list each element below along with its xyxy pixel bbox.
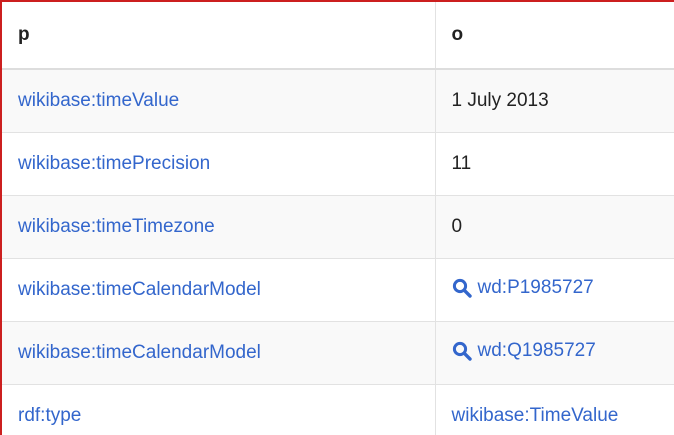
predicate-link[interactable]: wikibase:timeCalendarModel bbox=[18, 342, 261, 363]
table-row: wikibase:timeCalendarModel wd:Q1985727 bbox=[2, 321, 674, 385]
results-panel: p o wikibase:timeValue 1 July 2013 wikib… bbox=[0, 0, 674, 435]
predicate-link[interactable]: wikibase:timeCalendarModel bbox=[18, 279, 261, 300]
search-icon[interactable] bbox=[452, 341, 472, 361]
predicate-cell: wikibase:timePrecision bbox=[2, 132, 436, 196]
object-cell: wikibase:TimeValue bbox=[435, 384, 674, 435]
query-results-table: p o wikibase:timeValue 1 July 2013 wikib… bbox=[2, 2, 674, 435]
object-cell: wd:P1985727 bbox=[435, 258, 674, 322]
search-icon[interactable] bbox=[452, 278, 472, 298]
object-cell: 11 bbox=[435, 132, 674, 196]
object-cell: 1 July 2013 bbox=[435, 68, 674, 133]
column-header-p[interactable]: p bbox=[2, 2, 436, 70]
table-row: wikibase:timeCalendarModel wd:P1985727 bbox=[2, 258, 674, 322]
predicate-link[interactable]: wikibase:timeTimezone bbox=[18, 216, 215, 237]
predicate-cell: wikibase:timeValue bbox=[2, 68, 436, 133]
object-cell: wd:Q1985727 bbox=[435, 321, 674, 385]
object-entity-link[interactable]: wd:Q1985727 bbox=[478, 340, 596, 362]
table-row: rdf:type wikibase:TimeValue bbox=[2, 384, 674, 435]
object-value: 11 bbox=[451, 153, 472, 174]
column-header-o[interactable]: o bbox=[435, 2, 674, 70]
table-row: wikibase:timePrecision 11 bbox=[2, 132, 674, 196]
object-cell: 0 bbox=[435, 195, 674, 259]
object-value: 0 bbox=[451, 216, 463, 237]
object-value: 1 July 2013 bbox=[451, 90, 549, 111]
predicate-link[interactable]: wikibase:timePrecision bbox=[18, 153, 210, 174]
predicate-cell: wikibase:timeTimezone bbox=[2, 195, 436, 259]
object-entity-link[interactable]: wd:P1985727 bbox=[478, 277, 594, 299]
predicate-link[interactable]: wikibase:timeValue bbox=[18, 90, 179, 111]
predicate-cell: rdf:type bbox=[2, 384, 436, 435]
table-row: wikibase:timeValue 1 July 2013 bbox=[2, 68, 674, 133]
predicate-link[interactable]: rdf:type bbox=[18, 405, 81, 426]
table-header-row: p o bbox=[2, 2, 674, 70]
predicate-cell: wikibase:timeCalendarModel bbox=[2, 258, 436, 322]
object-link[interactable]: wikibase:TimeValue bbox=[452, 405, 619, 426]
predicate-cell: wikibase:timeCalendarModel bbox=[2, 321, 436, 385]
table-row: wikibase:timeTimezone 0 bbox=[2, 195, 674, 259]
